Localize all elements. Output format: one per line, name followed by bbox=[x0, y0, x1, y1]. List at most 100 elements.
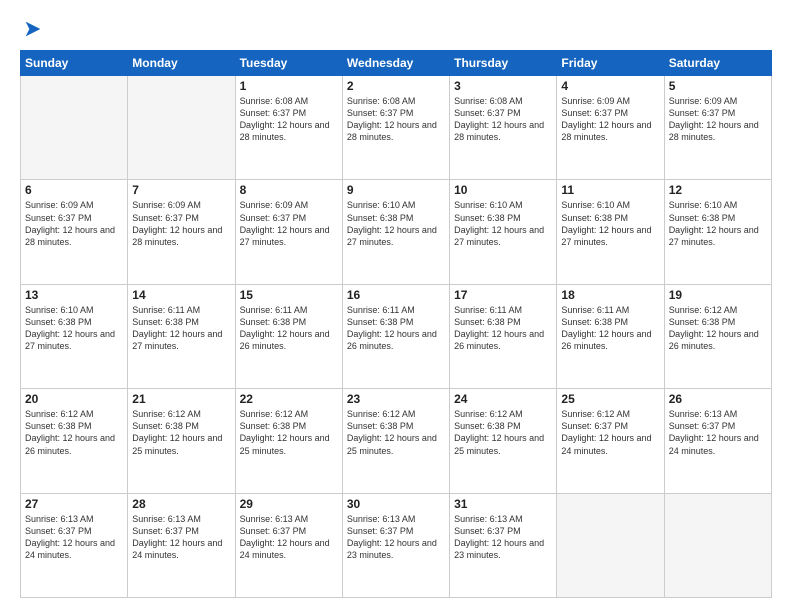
day-number: 16 bbox=[347, 288, 445, 302]
weekday-header-wednesday: Wednesday bbox=[342, 51, 449, 76]
day-number: 29 bbox=[240, 497, 338, 511]
weekday-header-monday: Monday bbox=[128, 51, 235, 76]
cell-info: Sunrise: 6:12 AMSunset: 6:38 PMDaylight:… bbox=[240, 408, 338, 457]
calendar-cell: 5 Sunrise: 6:09 AMSunset: 6:37 PMDaylight… bbox=[664, 76, 771, 180]
day-number: 6 bbox=[25, 183, 123, 197]
calendar-cell: 30Sunrise: 6:13 AMSunset: 6:37 PMDayligh… bbox=[342, 493, 449, 597]
day-number: 31 bbox=[454, 497, 552, 511]
calendar-week-row: 13 Sunrise: 6:10 AMSunset: 6:38 PMDayligh… bbox=[21, 284, 772, 388]
day-number: 19 bbox=[669, 288, 767, 302]
day-number: 22 bbox=[240, 392, 338, 406]
cell-info: Sunrise: 6:12 AMSunset: 6:38 PMDaylight:… bbox=[347, 408, 445, 457]
header bbox=[20, 18, 772, 40]
logo bbox=[20, 18, 44, 40]
cell-info: Sunrise: 6:09 AMSunset: 6:37 PMDaylight:… bbox=[240, 199, 338, 248]
calendar-cell bbox=[21, 76, 128, 180]
cell-info: Sunrise: 6:13 AMSunset: 6:37 PMDaylight:… bbox=[132, 513, 230, 562]
calendar-cell bbox=[128, 76, 235, 180]
day-number: 3 bbox=[454, 79, 552, 93]
day-number: 27 bbox=[25, 497, 123, 511]
calendar-cell bbox=[664, 493, 771, 597]
day-number: 15 bbox=[240, 288, 338, 302]
calendar-cell: 14 Sunrise: 6:11 AMSunset: 6:38 PMDayligh… bbox=[128, 284, 235, 388]
cell-info: Sunrise: 6:13 AMSunset: 6:37 PMDaylight:… bbox=[454, 513, 552, 562]
day-number: 20 bbox=[25, 392, 123, 406]
calendar-cell: 20Sunrise: 6:12 AMSunset: 6:38 PMDayligh… bbox=[21, 389, 128, 493]
cell-info: Sunrise: 6:12 AMSunset: 6:38 PMDaylight:… bbox=[132, 408, 230, 457]
weekday-header-friday: Friday bbox=[557, 51, 664, 76]
weekday-header-tuesday: Tuesday bbox=[235, 51, 342, 76]
weekday-header-saturday: Saturday bbox=[664, 51, 771, 76]
calendar-cell: 22 Sunrise: 6:12 AMSunset: 6:38 PMDayligh… bbox=[235, 389, 342, 493]
cell-info: Sunrise: 6:09 AMSunset: 6:37 PMDaylight:… bbox=[669, 95, 767, 144]
calendar-cell: 8 Sunrise: 6:09 AMSunset: 6:37 PMDaylight… bbox=[235, 180, 342, 284]
day-number: 8 bbox=[240, 183, 338, 197]
cell-info: Sunrise: 6:11 AMSunset: 6:38 PMDaylight:… bbox=[561, 304, 659, 353]
calendar-cell: 9 Sunrise: 6:10 AMSunset: 6:38 PMDaylight… bbox=[342, 180, 449, 284]
day-number: 9 bbox=[347, 183, 445, 197]
calendar-cell: 11 Sunrise: 6:10 AMSunset: 6:38 PMDayligh… bbox=[557, 180, 664, 284]
calendar-cell: 19 Sunrise: 6:12 AMSunset: 6:38 PMDayligh… bbox=[664, 284, 771, 388]
calendar-week-row: 6 Sunrise: 6:09 AMSunset: 6:37 PMDaylight… bbox=[21, 180, 772, 284]
calendar-cell: 29Sunrise: 6:13 AMSunset: 6:37 PMDayligh… bbox=[235, 493, 342, 597]
calendar-cell: 6 Sunrise: 6:09 AMSunset: 6:37 PMDaylight… bbox=[21, 180, 128, 284]
day-number: 23 bbox=[347, 392, 445, 406]
cell-info: Sunrise: 6:08 AMSunset: 6:37 PMDaylight:… bbox=[454, 95, 552, 144]
day-number: 7 bbox=[132, 183, 230, 197]
calendar-cell: 23 Sunrise: 6:12 AMSunset: 6:38 PMDayligh… bbox=[342, 389, 449, 493]
day-number: 25 bbox=[561, 392, 659, 406]
calendar-cell: 2Sunrise: 6:08 AMSunset: 6:37 PMDaylight… bbox=[342, 76, 449, 180]
calendar-table: SundayMondayTuesdayWednesdayThursdayFrid… bbox=[20, 50, 772, 598]
cell-info: Sunrise: 6:13 AMSunset: 6:37 PMDaylight:… bbox=[25, 513, 123, 562]
cell-info: Sunrise: 6:11 AMSunset: 6:38 PMDaylight:… bbox=[454, 304, 552, 353]
calendar-cell: 31 Sunrise: 6:13 AMSunset: 6:37 PMDayligh… bbox=[450, 493, 557, 597]
cell-info: Sunrise: 6:10 AMSunset: 6:38 PMDaylight:… bbox=[454, 199, 552, 248]
calendar-week-row: 27 Sunrise: 6:13 AMSunset: 6:37 PMDayligh… bbox=[21, 493, 772, 597]
logo-arrow-icon bbox=[22, 18, 44, 40]
cell-info: Sunrise: 6:09 AMSunset: 6:37 PMDaylight:… bbox=[132, 199, 230, 248]
day-number: 5 bbox=[669, 79, 767, 93]
day-number: 11 bbox=[561, 183, 659, 197]
calendar-header-row: SundayMondayTuesdayWednesdayThursdayFrid… bbox=[21, 51, 772, 76]
day-number: 21 bbox=[132, 392, 230, 406]
cell-info: Sunrise: 6:13 AMSunset: 6:37 PMDaylight:… bbox=[669, 408, 767, 457]
cell-info: Sunrise: 6:13 AMSunset: 6:37 PMDaylight:… bbox=[347, 513, 445, 562]
calendar-cell: 18Sunrise: 6:11 AMSunset: 6:38 PMDayligh… bbox=[557, 284, 664, 388]
calendar-cell: 4Sunrise: 6:09 AMSunset: 6:37 PMDaylight… bbox=[557, 76, 664, 180]
day-number: 4 bbox=[561, 79, 659, 93]
day-number: 10 bbox=[454, 183, 552, 197]
day-number: 2 bbox=[347, 79, 445, 93]
day-number: 1 bbox=[240, 79, 338, 93]
calendar-cell: 10 Sunrise: 6:10 AMSunset: 6:38 PMDayligh… bbox=[450, 180, 557, 284]
cell-info: Sunrise: 6:12 AMSunset: 6:37 PMDaylight:… bbox=[561, 408, 659, 457]
cell-info: Sunrise: 6:11 AMSunset: 6:38 PMDaylight:… bbox=[347, 304, 445, 353]
cell-info: Sunrise: 6:08 AMSunset: 6:37 PMDaylight:… bbox=[240, 95, 338, 144]
calendar-cell: 16 Sunrise: 6:11 AMSunset: 6:38 PMDayligh… bbox=[342, 284, 449, 388]
calendar-cell: 25 Sunrise: 6:12 AMSunset: 6:37 PMDayligh… bbox=[557, 389, 664, 493]
day-number: 12 bbox=[669, 183, 767, 197]
calendar-cell: 26Sunrise: 6:13 AMSunset: 6:37 PMDayligh… bbox=[664, 389, 771, 493]
cell-info: Sunrise: 6:10 AMSunset: 6:38 PMDaylight:… bbox=[561, 199, 659, 248]
cell-info: Sunrise: 6:09 AMSunset: 6:37 PMDaylight:… bbox=[25, 199, 123, 248]
calendar-cell: 7 Sunrise: 6:09 AMSunset: 6:37 PMDaylight… bbox=[128, 180, 235, 284]
cell-info: Sunrise: 6:12 AMSunset: 6:38 PMDaylight:… bbox=[669, 304, 767, 353]
calendar-cell: 3 Sunrise: 6:08 AMSunset: 6:37 PMDaylight… bbox=[450, 76, 557, 180]
calendar-cell: 17Sunrise: 6:11 AMSunset: 6:38 PMDayligh… bbox=[450, 284, 557, 388]
calendar-cell: 21 Sunrise: 6:12 AMSunset: 6:38 PMDayligh… bbox=[128, 389, 235, 493]
day-number: 28 bbox=[132, 497, 230, 511]
calendar-cell: 28 Sunrise: 6:13 AMSunset: 6:37 PMDayligh… bbox=[128, 493, 235, 597]
calendar-cell: 12 Sunrise: 6:10 AMSunset: 6:38 PMDayligh… bbox=[664, 180, 771, 284]
cell-info: Sunrise: 6:10 AMSunset: 6:38 PMDaylight:… bbox=[347, 199, 445, 248]
calendar-cell bbox=[557, 493, 664, 597]
cell-info: Sunrise: 6:11 AMSunset: 6:38 PMDaylight:… bbox=[240, 304, 338, 353]
cell-info: Sunrise: 6:11 AMSunset: 6:38 PMDaylight:… bbox=[132, 304, 230, 353]
day-number: 14 bbox=[132, 288, 230, 302]
calendar-week-row: 1 Sunrise: 6:08 AMSunset: 6:37 PMDaylight… bbox=[21, 76, 772, 180]
day-number: 13 bbox=[25, 288, 123, 302]
cell-info: Sunrise: 6:10 AMSunset: 6:38 PMDaylight:… bbox=[25, 304, 123, 353]
page: SundayMondayTuesdayWednesdayThursdayFrid… bbox=[0, 0, 792, 612]
cell-info: Sunrise: 6:10 AMSunset: 6:38 PMDaylight:… bbox=[669, 199, 767, 248]
calendar-cell: 24Sunrise: 6:12 AMSunset: 6:38 PMDayligh… bbox=[450, 389, 557, 493]
cell-info: Sunrise: 6:12 AMSunset: 6:38 PMDaylight:… bbox=[454, 408, 552, 457]
calendar-cell: 1 Sunrise: 6:08 AMSunset: 6:37 PMDaylight… bbox=[235, 76, 342, 180]
